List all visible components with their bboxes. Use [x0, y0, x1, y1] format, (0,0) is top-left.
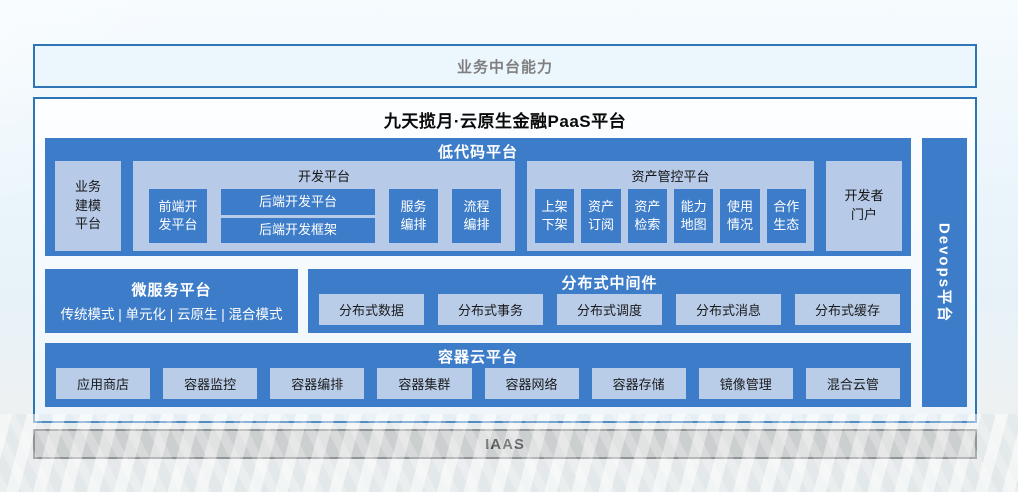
- container-monitoring-block: 容器监控: [163, 368, 257, 399]
- backend-dev-framework-block: 后端开发框架: [221, 218, 375, 244]
- process-orchestration-block: 流程编排: [452, 189, 501, 243]
- container-orchestration-block: 容器编排: [270, 368, 364, 399]
- microservice-modes-label: 传统模式 | 单元化 | 云原生 | 混合模式: [60, 303, 282, 323]
- distributed-message-block: 分布式消息: [676, 294, 781, 325]
- container-cloud-row: 应用商店 容器监控 容器编排 容器集群 容器网络 容器存储 镜像管理 混合云管: [56, 368, 900, 399]
- asset-onoff-shelf-block: 上架下架: [535, 189, 574, 243]
- cooperation-ecosystem-block: 合作生态: [767, 189, 806, 243]
- microservice-platform-band: 微服务平台 传统模式 | 单元化 | 云原生 | 混合模式: [45, 269, 298, 333]
- iaas-label: IAAS: [485, 436, 525, 453]
- app-store-block: 应用商店: [56, 368, 150, 399]
- distributed-cache-block: 分布式缓存: [795, 294, 900, 325]
- frontend-dev-block: 前端开发平台: [149, 189, 207, 243]
- dev-platform-group: 开发平台 前端开发平台 后端开发平台 后端开发框架 服务编排: [133, 161, 515, 251]
- asset-control-group: 资产管控平台 上架下架 资产订阅 资产检索 能力地图 使用情况 合作生态: [527, 161, 814, 251]
- business-middle-platform-label: 业务中台能力: [457, 56, 553, 77]
- distributed-data-block: 分布式数据: [319, 294, 424, 325]
- container-cluster-block: 容器集群: [377, 368, 471, 399]
- asset-search-block: 资产检索: [628, 189, 667, 243]
- microservice-platform-title: 微服务平台: [131, 279, 211, 300]
- lowcode-platform-band: 低代码平台 业务建模平台 开发平台 前端开发平台 后端开发平台 后端开发框架: [45, 138, 911, 256]
- business-middle-platform-banner: 业务中台能力: [33, 44, 977, 88]
- container-network-block: 容器网络: [485, 368, 579, 399]
- container-cloud-title: 容器云平台: [45, 343, 911, 367]
- service-orchestration-block: 服务编排: [389, 189, 438, 243]
- dev-platform-title: 开发平台: [133, 161, 515, 185]
- hybrid-cloud-mgmt-block: 混合云管: [806, 368, 900, 399]
- platform-title: 九天揽月·云原生金融PaaS平台: [35, 107, 975, 132]
- distributed-transaction-block: 分布式事务: [438, 294, 543, 325]
- container-cloud-band: 容器云平台 应用商店 容器监控 容器编排 容器集群 容器网络 容器存储 镜像管理…: [45, 343, 911, 407]
- paas-platform-container: 九天揽月·云原生金融PaaS平台 低代码平台 业务建模平台 开发平台 前端开发平…: [33, 97, 977, 423]
- lowcode-platform-content: 业务建模平台 开发平台 前端开发平台 后端开发平台 后端开发框架 服务编排: [55, 161, 902, 251]
- lowcode-platform-title: 低代码平台: [45, 138, 911, 162]
- business-modeling-block: 业务建模平台: [55, 161, 121, 251]
- dev-platform-row: 前端开发平台 后端开发平台 后端开发框架 服务编排 流程编排: [149, 189, 501, 243]
- developer-portal-label: 开发者门户: [843, 187, 886, 225]
- business-modeling-label: 业务建模平台: [73, 178, 103, 235]
- backend-dev-platform-block: 后端开发平台: [221, 189, 375, 215]
- capability-map-block: 能力地图: [674, 189, 713, 243]
- iaas-bar: IAAS: [33, 429, 977, 459]
- distributed-scheduling-block: 分布式调度: [557, 294, 662, 325]
- image-management-block: 镜像管理: [699, 368, 793, 399]
- devops-platform-bar: Devops平台: [922, 138, 967, 407]
- asset-control-title: 资产管控平台: [527, 161, 814, 185]
- devops-platform-label: Devops平台: [934, 222, 955, 322]
- distributed-middleware-title: 分布式中间件: [308, 269, 911, 293]
- usage-status-block: 使用情况: [720, 189, 759, 243]
- asset-subscription-block: 资产订阅: [581, 189, 620, 243]
- middleware-row: 分布式数据 分布式事务 分布式调度 分布式消息 分布式缓存: [319, 294, 900, 325]
- distributed-middleware-band: 分布式中间件 分布式数据 分布式事务 分布式调度 分布式消息 分布式缓存: [308, 269, 911, 333]
- asset-control-row: 上架下架 资产订阅 资产检索 能力地图 使用情况 合作生态: [535, 189, 806, 243]
- backend-stack: 后端开发平台 后端开发框架: [221, 189, 375, 243]
- architecture-diagram: 业务中台能力 九天揽月·云原生金融PaaS平台 低代码平台 业务建模平台 开发平…: [0, 0, 1018, 492]
- developer-portal-block: 开发者门户: [826, 161, 902, 251]
- container-storage-block: 容器存储: [592, 368, 686, 399]
